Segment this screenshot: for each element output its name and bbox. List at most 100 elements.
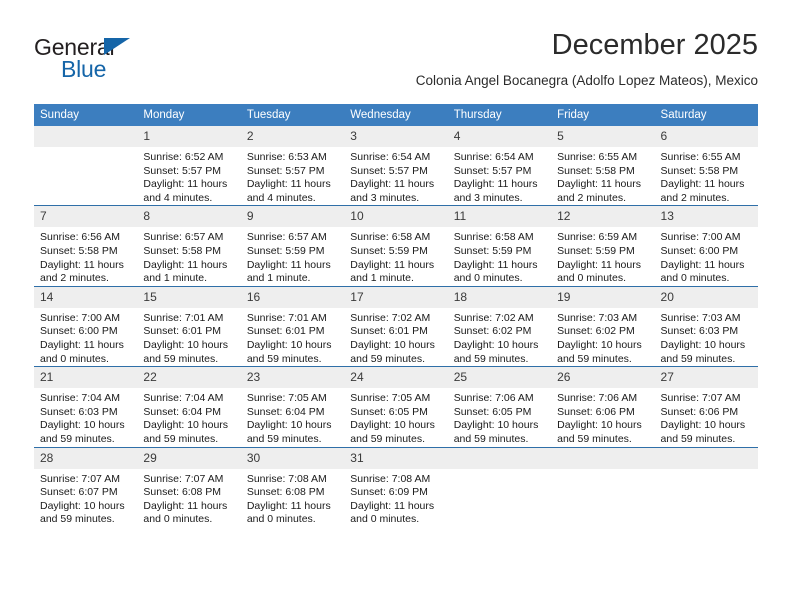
day-number: 9 [240,206,345,228]
sunrise-text: Sunrise: 7:04 AM [40,392,120,405]
day-number: 25 [447,367,552,389]
day-details: Sunrise: 6:57 AM Sunset: 5:58 PM Daylight:… [137,227,240,285]
calendar-day-cell[interactable]: 14 Sunrise: 7:00 AM Sunset: 6:00 PM Dayligh… [34,285,138,367]
daylight-text-line2: and 1 minute. [143,272,208,285]
daylight-text-line1: Daylight: 10 hours [350,338,435,351]
calendar-day-cell[interactable]: 30 Sunrise: 7:08 AM Sunset: 6:08 PM Dayligh… [240,446,345,527]
calendar-day-cell[interactable]: 27 Sunrise: 7:07 AM Sunset: 6:06 PM Dayligh… [654,366,758,447]
calendar-day-cell[interactable]: 25 Sunrise: 7:06 AM Sunset: 6:05 PM Dayligh… [447,366,552,447]
day-number: 26 [551,367,655,389]
sunrise-text: Sunrise: 6:52 AM [143,151,224,163]
calendar-day-cell[interactable]: 2 Sunrise: 6:53 AM Sunset: 5:57 PM Daylight… [240,126,345,206]
calendar-week-row: 7 Sunrise: 6:56 AM Sunset: 5:58 PM Daylight… [34,205,758,287]
calendar-day-cell[interactable]: 21 Sunrise: 7:04 AM Sunset: 6:03 PM Dayligh… [34,366,138,447]
day-number: 14 [34,286,138,308]
daylight-text-line1: Daylight: 11 hours [350,178,435,191]
general-blue-logo[interactable]: General Blue [34,34,234,86]
daylight-text-line1: Daylight: 10 hours [143,338,229,351]
calendar-day-cell[interactable]: 4 Sunrise: 6:54 AM Sunset: 5:57 PM Daylight… [447,126,552,206]
daylight-text-line2: and 59 minutes. [453,352,529,365]
daylight-text-line1: Daylight: 11 hours [453,178,538,191]
daylight-text-line2: and 2 minutes. [660,191,730,204]
calendar-day-cell[interactable]: 5 Sunrise: 6:55 AM Sunset: 5:58 PM Daylight… [551,126,655,206]
calendar-day-cell[interactable]: 6 Sunrise: 6:55 AM Sunset: 5:58 PM Daylight… [654,126,758,206]
sunrise-text: Sunrise: 7:06 AM [557,392,638,405]
day-details: Sunrise: 7:06 AM Sunset: 6:06 PM Daylight:… [551,388,654,446]
page-header: General Blue December 2025 Colonia Angel… [0,0,792,100]
calendar-day-cell[interactable]: 9 Sunrise: 6:57 AM Sunset: 5:59 PM Daylight… [240,205,345,287]
calendar-week-row: 21 Sunrise: 7:04 AM Sunset: 6:03 PM Dayligh… [34,366,758,447]
daylight-text-line1: Daylight: 10 hours [453,419,539,432]
daylight-text-line2: and 0 minutes. [143,513,213,526]
calendar-day-cell[interactable]: 23 Sunrise: 7:05 AM Sunset: 6:04 PM Dayligh… [240,366,345,447]
day-number: 16 [240,286,345,308]
daylight-text-line2: and 59 minutes. [557,352,632,365]
weekday-header-row: Sunday Monday Tuesday Wednesday Thursday… [34,104,758,126]
daylight-text-line1: Daylight: 11 hours [143,499,228,512]
daylight-text-line2: and 59 minutes. [660,432,736,445]
sunset-text: Sunset: 5:58 PM [660,164,739,177]
daylight-text-line1: Daylight: 11 hours [143,258,228,271]
daylight-text-line2: and 0 minutes. [660,272,730,285]
calendar-day-cell[interactable]: 7 Sunrise: 6:56 AM Sunset: 5:58 PM Daylight… [34,205,138,287]
calendar-day-cell[interactable]: 16 Sunrise: 7:01 AM Sunset: 6:01 PM Dayligh… [240,285,345,367]
calendar-day-cell[interactable]: 24 Sunrise: 7:05 AM Sunset: 6:05 PM Dayligh… [344,366,448,447]
daylight-text-line2: and 3 minutes. [350,191,420,204]
calendar-day-cell[interactable]: 26 Sunrise: 7:06 AM Sunset: 6:06 PM Dayligh… [551,366,655,447]
day-number: 10 [344,206,448,228]
day-details: Sunrise: 7:05 AM Sunset: 6:05 PM Daylight:… [344,388,447,446]
calendar-day-cell[interactable]: 20 Sunrise: 7:03 AM Sunset: 6:03 PM Dayligh… [654,285,758,367]
day-details: Sunrise: 7:07 AM Sunset: 6:07 PM Daylight:… [34,469,137,527]
calendar-day-cell[interactable]: 8 Sunrise: 6:57 AM Sunset: 5:58 PM Daylight… [137,205,241,287]
daylight-text-line1: Daylight: 11 hours [660,258,745,271]
calendar-day-cell[interactable]: 28 Sunrise: 7:07 AM Sunset: 6:07 PM Dayligh… [34,446,138,527]
day-details: Sunrise: 7:04 AM Sunset: 6:04 PM Daylight:… [137,388,240,446]
calendar-day-cell[interactable]: 22 Sunrise: 7:04 AM Sunset: 6:04 PM Dayligh… [137,366,241,447]
calendar-day-cell[interactable]: 18 Sunrise: 7:02 AM Sunset: 6:02 PM Dayligh… [447,285,552,367]
sunrise-text: Sunrise: 7:01 AM [143,311,224,324]
day-details: Sunrise: 7:03 AM Sunset: 6:02 PM Daylight:… [551,308,654,366]
sunset-text: Sunset: 5:59 PM [350,244,428,257]
sunrise-text: Sunrise: 7:02 AM [453,311,534,324]
sunset-text: Sunset: 6:07 PM [40,486,118,499]
calendar-day-cell[interactable]: 3 Sunrise: 6:54 AM Sunset: 5:57 PM Daylight… [344,126,448,206]
daylight-text-line1: Daylight: 11 hours [557,178,641,191]
calendar-day-cell[interactable]: 13 Sunrise: 7:00 AM Sunset: 6:00 PM Dayligh… [654,205,758,287]
day-number: 19 [551,286,655,308]
sunset-text: Sunset: 6:01 PM [143,325,222,338]
calendar-day-cell[interactable]: 11 Sunrise: 6:58 AM Sunset: 5:59 PM Dayligh… [447,205,552,287]
daylight-text-line2: and 1 minute. [246,272,311,285]
sunrise-text: Sunrise: 6:53 AM [246,151,327,163]
calendar-day-cell[interactable]: 17 Sunrise: 7:02 AM Sunset: 6:01 PM Dayligh… [344,285,448,367]
calendar-day-cell[interactable]: 12 Sunrise: 6:59 AM Sunset: 5:59 PM Dayligh… [551,205,655,287]
day-details: Sunrise: 7:05 AM Sunset: 6:04 PM Daylight:… [241,388,344,446]
sunset-text: Sunset: 6:02 PM [557,325,635,338]
weekday-header-saturday: Saturday [654,104,758,126]
calendar-day-cell[interactable]: 10 Sunrise: 6:58 AM Sunset: 5:59 PM Dayligh… [344,205,448,287]
sunrise-text: Sunrise: 6:56 AM [40,231,120,244]
daylight-text-line1: Daylight: 10 hours [143,419,229,432]
sunrise-text: Sunrise: 6:54 AM [350,151,431,163]
calendar-day-cell[interactable]: 31 Sunrise: 7:08 AM Sunset: 6:09 PM Dayligh… [344,446,448,527]
day-number: 6 [654,126,758,147]
sunrise-text: Sunrise: 7:01 AM [246,311,327,324]
day-number: 13 [654,206,758,228]
sunrise-text: Sunrise: 6:57 AM [246,231,327,244]
daylight-text-line1: Daylight: 11 hours [40,258,124,271]
daylight-text-line1: Daylight: 11 hours [246,499,331,512]
day-details: Sunrise: 6:52 AM Sunset: 5:57 PM Daylight:… [137,147,240,205]
weekday-header-tuesday: Tuesday [240,104,345,126]
sunrise-text: Sunrise: 7:04 AM [143,392,224,405]
daylight-text-line2: and 59 minutes. [40,432,115,445]
calendar-day-cell[interactable]: 19 Sunrise: 7:03 AM Sunset: 6:02 PM Dayligh… [551,285,655,367]
sunrise-text: Sunrise: 6:58 AM [350,231,431,244]
day-number: 20 [654,286,758,308]
daylight-text-line1: Daylight: 10 hours [660,419,746,432]
calendar-day-cell[interactable]: 1 Sunrise: 6:52 AM Sunset: 5:57 PM Daylight… [137,126,241,206]
calendar-week-row: 14 Sunrise: 7:00 AM Sunset: 6:00 PM Dayligh… [34,285,758,367]
calendar-empty-cell [551,446,655,527]
day-details: Sunrise: 6:55 AM Sunset: 5:58 PM Daylight:… [551,147,654,205]
day-number: 7 [34,206,138,228]
calendar-day-cell[interactable]: 15 Sunrise: 7:01 AM Sunset: 6:01 PM Dayligh… [137,285,241,367]
calendar-day-cell[interactable]: 29 Sunrise: 7:07 AM Sunset: 6:08 PM Dayligh… [137,446,241,527]
